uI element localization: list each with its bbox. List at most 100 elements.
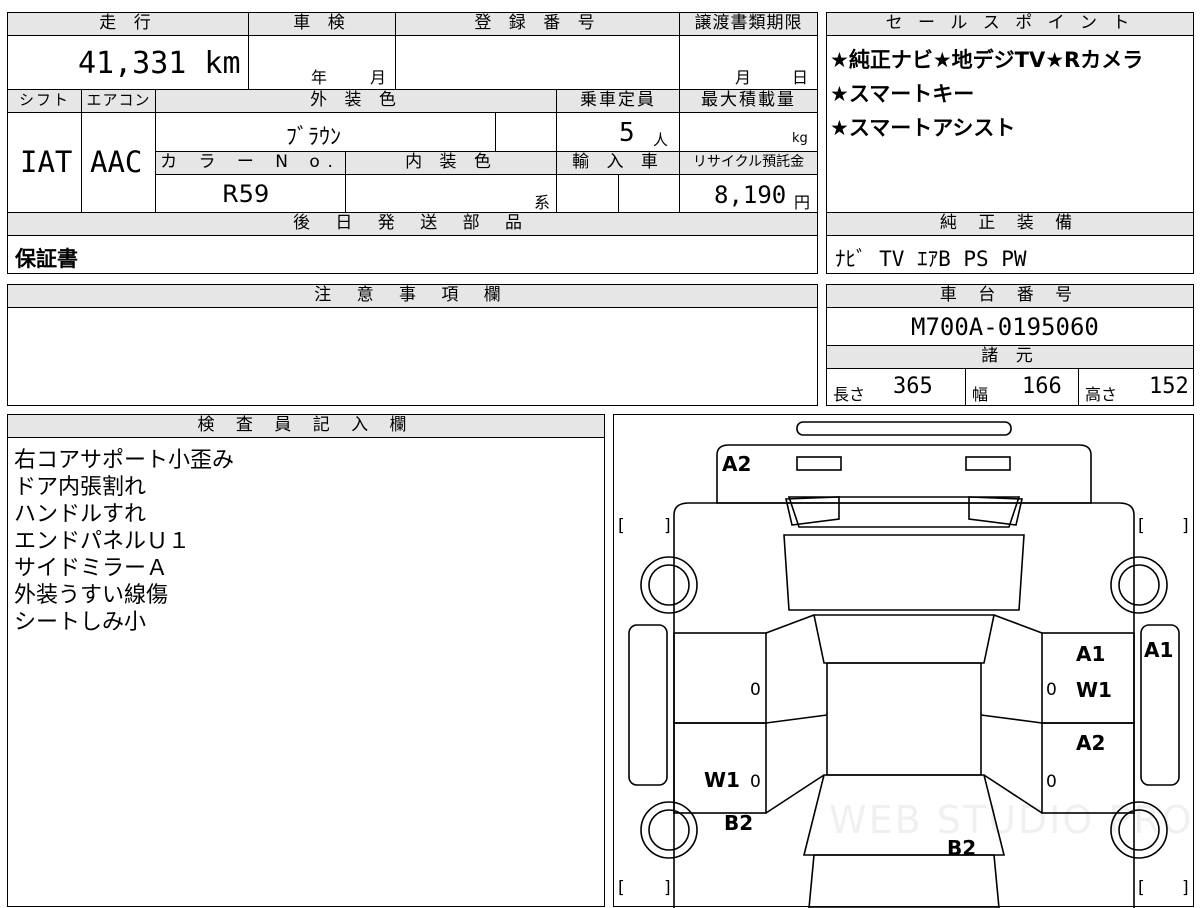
specs-header: 諸 元 bbox=[826, 345, 1194, 369]
shift-header: シフト bbox=[7, 89, 82, 113]
body-outline bbox=[673, 502, 1135, 908]
capacity-cell: 5 人 bbox=[556, 112, 680, 152]
color-no-header: カ ラ ー N o. bbox=[155, 151, 346, 175]
inspector-header: 検 査 員 記 入 欄 bbox=[7, 414, 605, 438]
color-no-value: R59 bbox=[222, 180, 270, 208]
registration-header: 登 録 番 号 bbox=[395, 12, 680, 36]
shift-cell: IAT bbox=[7, 112, 82, 213]
capacity-unit: 人 bbox=[653, 131, 669, 149]
recycle-fee-value: 8,190 bbox=[714, 181, 787, 209]
mileage-header: 走 行 bbox=[7, 12, 249, 36]
right-c-pillar bbox=[980, 614, 1043, 814]
exterior-color-extra-cell bbox=[495, 112, 557, 152]
transfer-deadline-header: 譲渡書類期限 bbox=[679, 12, 818, 36]
exterior-color-header: 外 装 色 bbox=[155, 89, 557, 113]
recycle-fee-unit: 円 bbox=[794, 193, 811, 212]
capacity-header: 乗車定員 bbox=[556, 89, 680, 113]
inspector-notes-cell: 右コアサポート小歪み ドア内張割れ ハンドルすれ エンドパネルＵ１ サイドミラー… bbox=[7, 437, 605, 907]
car-damage-diagram: A2 A1 A1 W1 A2 W1 B2 B2 0 0 0 0 [ ] [ ] … bbox=[618, 421, 1194, 908]
height-label: 高さ bbox=[1085, 385, 1118, 404]
width-label: 幅 bbox=[972, 385, 989, 404]
height-cell: 高さ 152 bbox=[1078, 368, 1194, 406]
mark-right-front-door-w1: W1 bbox=[1076, 678, 1112, 702]
mark-left-rear-door-w1: W1 bbox=[704, 768, 740, 792]
inspection-header: 車 検 bbox=[248, 12, 396, 36]
max-load-header: 最大積載量 bbox=[679, 89, 818, 113]
interior-color-cell: 系 bbox=[345, 174, 557, 213]
transfer-month-label: 月 bbox=[735, 68, 752, 87]
genuine-equipment-value: ﾅﾋﾞ TV ｴｱB PS PW bbox=[835, 247, 1027, 271]
bracket-front-left-close: ] bbox=[664, 878, 671, 898]
mark-zero-left-rear: 0 bbox=[750, 772, 761, 792]
recycle-fee-cell: 8,190 円 bbox=[679, 174, 818, 213]
sales-point-item: ★スマートキー bbox=[830, 82, 975, 106]
bracket-rear-right-open: [ bbox=[1138, 516, 1145, 536]
recycle-fee-header: リサイクル預託金 bbox=[679, 151, 818, 175]
rear-hatch bbox=[787, 496, 1021, 528]
rear-right-light bbox=[965, 456, 1011, 471]
aircon-value: AAC bbox=[90, 145, 143, 179]
inspection-month-label: 月 bbox=[370, 68, 387, 87]
bracket-front-right-close: ] bbox=[1182, 878, 1189, 898]
bracket-rear-left-close: ] bbox=[664, 516, 671, 536]
shift-value: IAT bbox=[20, 145, 73, 179]
watermark: WEB STUDIO PRO bbox=[829, 798, 1194, 842]
left-rocker bbox=[628, 624, 668, 786]
wheel-rear-right-inner bbox=[1118, 564, 1160, 606]
exterior-color-value: ﾌﾞﾗｳﾝ bbox=[286, 125, 342, 150]
chassis-no-value: M700A-0195060 bbox=[911, 313, 1099, 341]
bracket-front-right-open: [ bbox=[1138, 878, 1145, 898]
bracket-front-left-open: [ bbox=[618, 878, 625, 898]
import-cell-2 bbox=[618, 174, 680, 213]
left-c-pillar bbox=[765, 614, 828, 814]
mark-zero-right-rear: 0 bbox=[1046, 772, 1057, 792]
inspector-note: シートしみ小 bbox=[14, 610, 147, 635]
exterior-color-cell: ﾌﾞﾗｳﾝ bbox=[155, 112, 496, 152]
bracket-rear-left-open: [ bbox=[618, 516, 625, 536]
chassis-no-cell: M700A-0195060 bbox=[826, 307, 1194, 346]
aircon-header: エアコン bbox=[81, 89, 156, 113]
mark-left-front-b2: B2 bbox=[724, 811, 753, 835]
capacity-value: 5 bbox=[619, 118, 635, 148]
wheel-rear-left-inner bbox=[648, 564, 690, 606]
car-diagram-panel: A2 A1 A1 W1 A2 W1 B2 B2 0 0 0 0 [ ] [ ] … bbox=[613, 414, 1194, 908]
left-front-door bbox=[673, 632, 767, 724]
hood bbox=[808, 854, 1000, 908]
import-header: 輸 入 車 bbox=[556, 151, 680, 175]
mark-zero-left-front: 0 bbox=[750, 680, 761, 700]
genuine-equipment-cell: ﾅﾋﾞ TV ｴｱB PS PW bbox=[826, 235, 1194, 274]
color-no-cell: R59 bbox=[155, 174, 346, 213]
rear-left-light bbox=[796, 456, 842, 471]
mark-right-rear-door-a2: A2 bbox=[1076, 731, 1105, 755]
notes-cell bbox=[7, 307, 818, 406]
interior-suffix: 系 bbox=[534, 193, 551, 212]
wheel-front-left-inner bbox=[648, 809, 690, 851]
sales-point-item: ★スマートアシスト bbox=[830, 116, 1016, 140]
bracket-rear-right-close: ] bbox=[1182, 516, 1189, 536]
import-cell-1 bbox=[556, 174, 619, 213]
max-load-cell: kg bbox=[679, 112, 818, 152]
roof-center bbox=[826, 662, 982, 776]
length-label: 長さ bbox=[833, 385, 866, 404]
transfer-day-label: 日 bbox=[792, 68, 809, 87]
inspection-year-label: 年 bbox=[311, 68, 328, 87]
rear-bumper-outline bbox=[716, 444, 1092, 504]
height-value: 152 bbox=[1149, 374, 1189, 399]
sales-points-header: セ ー ル ス ポ イ ン ト bbox=[826, 12, 1194, 36]
later-parts-header: 後 日 発 送 部 品 bbox=[7, 212, 818, 236]
aircon-cell: AAC bbox=[81, 112, 156, 213]
sales-point-item: ★純正ナビ★地デジTV★Rカメラ bbox=[830, 48, 1144, 72]
later-parts-value: 保証書 bbox=[15, 247, 78, 271]
later-parts-cell: 保証書 bbox=[7, 235, 818, 274]
length-cell: 長さ 365 bbox=[826, 368, 966, 406]
load-unit: kg bbox=[792, 131, 808, 146]
mileage-cell: 41,331 km bbox=[7, 35, 249, 90]
roof bbox=[813, 614, 995, 664]
inspection-cell: 年 月 bbox=[248, 35, 396, 90]
chassis-no-header: 車 台 番 号 bbox=[826, 284, 1194, 308]
registration-cell bbox=[395, 35, 680, 90]
genuine-equipment-header: 純 正 装 備 bbox=[826, 212, 1194, 236]
rear-window bbox=[783, 534, 1025, 611]
mark-right-mirror-a1: A1 bbox=[1144, 638, 1173, 662]
transfer-deadline-cell: 月 日 bbox=[679, 35, 818, 90]
